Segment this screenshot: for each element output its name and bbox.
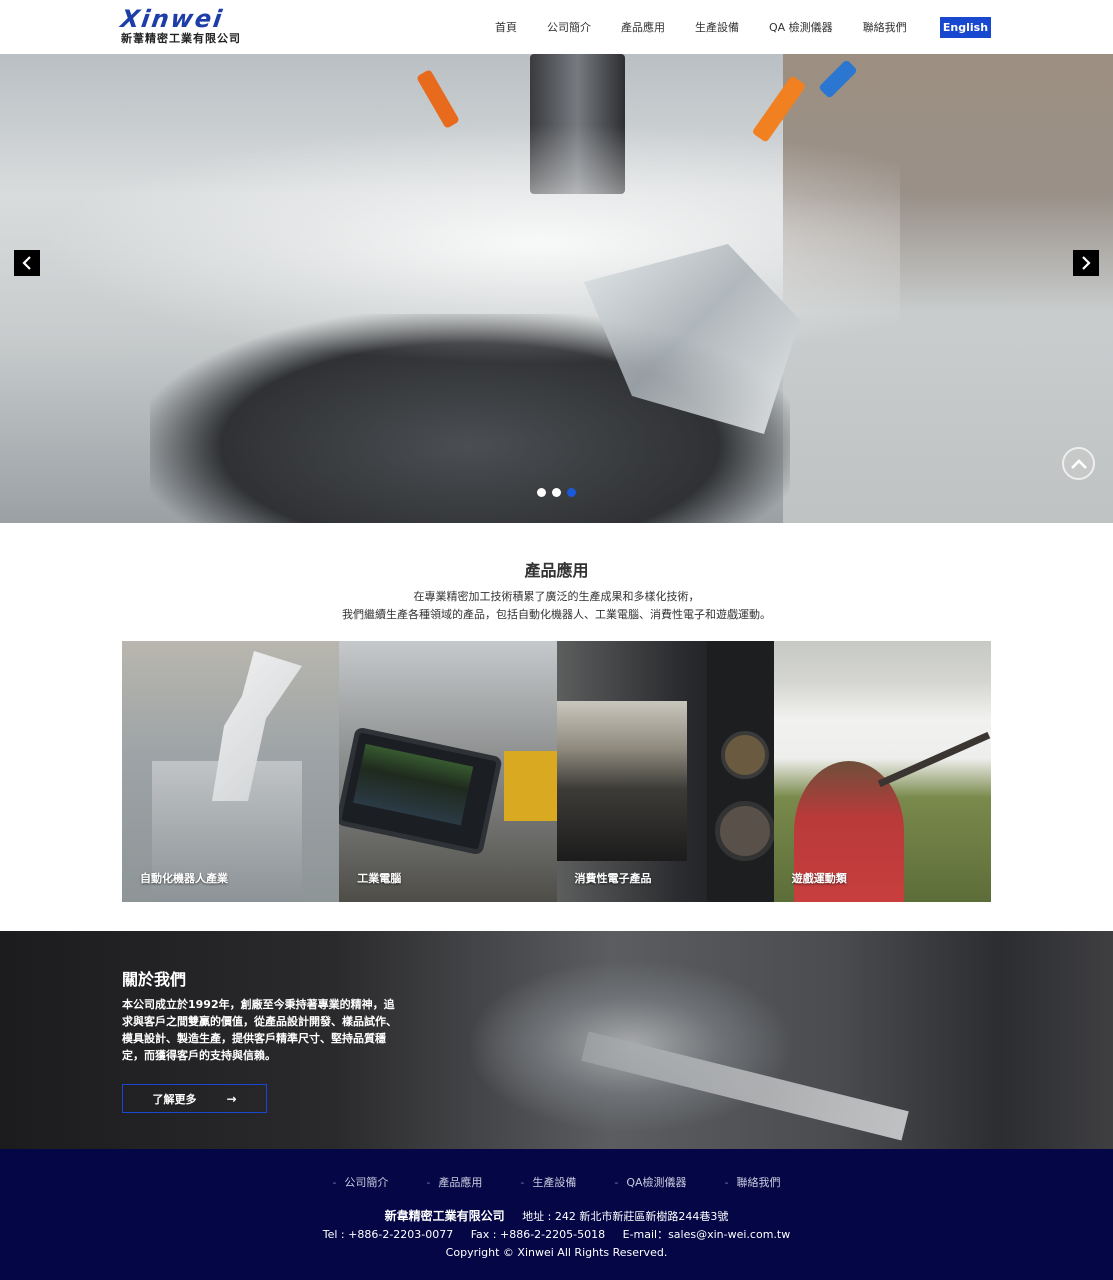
nav-products[interactable]: 產品應用 bbox=[621, 19, 665, 35]
learn-more-button[interactable]: 了解更多 → bbox=[122, 1084, 267, 1113]
english-language-button[interactable]: English bbox=[940, 17, 991, 38]
footer-link-contact[interactable]: - 聯絡我們 bbox=[725, 1174, 781, 1190]
product-card-industrial-pc[interactable]: 工業電腦 bbox=[339, 641, 557, 902]
logo[interactable]: Xinwei 新葦精密工業有限公司 bbox=[119, 5, 246, 50]
chevron-left-icon bbox=[22, 256, 31, 270]
slider-pagination bbox=[537, 488, 576, 497]
chevron-up-icon bbox=[1070, 458, 1087, 469]
slider-dot-active[interactable] bbox=[567, 488, 576, 497]
hero-slider bbox=[0, 54, 1113, 523]
footer-link-qa-instruments[interactable]: - QA檢測儀器 bbox=[614, 1174, 686, 1190]
chevron-right-icon bbox=[1082, 256, 1091, 270]
footer-link-dash: - bbox=[426, 1176, 431, 1189]
footer-contact-line: Tel : +886-2-2203-0077 Fax : +886-2-2205… bbox=[0, 1226, 1113, 1244]
card-image-stereo bbox=[556, 701, 687, 861]
products-description-line: 我們繼續生產各種領域的產品，包括自動化機器人、工業電腦、消費性電子和遊戲運動。 bbox=[342, 608, 771, 621]
footer-link-label: 生產設備 bbox=[532, 1176, 577, 1189]
footer-email[interactable]: E-mail：sales@xin-wei.com.tw bbox=[623, 1228, 791, 1241]
slider-dot[interactable] bbox=[537, 488, 546, 497]
footer-link-dash: - bbox=[614, 1176, 619, 1189]
about-section: 關於我們 本公司成立於1992年，創廠至今秉持著專業的精神，追求與客戶之間雙贏的… bbox=[0, 931, 1113, 1149]
footer-info: 新韋精密工業有限公司 地址 : 242 新北市新莊區新樹路244巷3號 Tel … bbox=[0, 1207, 1113, 1262]
footer-tel: Tel : +886-2-2203-0077 bbox=[322, 1228, 454, 1241]
footer-link-equipment[interactable]: - 生產設備 bbox=[520, 1174, 576, 1190]
product-card-label: 工業電腦 bbox=[357, 872, 402, 885]
footer-company-line: 新韋精密工業有限公司 地址 : 242 新北市新莊區新樹路244巷3號 bbox=[0, 1207, 1113, 1226]
slider-prev-button[interactable] bbox=[14, 250, 40, 276]
site-footer: - 公司簡介 - 產品應用 - 生產設備 - QA檢測儀器 - 聯絡我們 新韋精密工業有限… bbox=[0, 1149, 1113, 1280]
site-header: Xinwei 新葦精密工業有限公司 首頁 公司簡介 產品應用 生產設備 QA 檢… bbox=[0, 0, 1113, 54]
product-card-label: 消費性電子產品 bbox=[574, 872, 652, 885]
learn-more-label: 了解更多 bbox=[152, 1092, 197, 1106]
about-description: 本公司成立於1992年，創廠至今秉持著專業的精神，追求與客戶之間雙贏的價值，從產… bbox=[122, 998, 397, 1062]
footer-link-label: 聯絡我們 bbox=[736, 1176, 781, 1189]
product-card-sports-gaming[interactable]: 遊戲運動類 bbox=[773, 641, 991, 902]
card-image-shotgun bbox=[877, 731, 990, 788]
products-section-title: 產品應用 bbox=[524, 561, 589, 580]
footer-company-name: 新韋精密工業有限公司 bbox=[384, 1209, 505, 1223]
nav-equipment[interactable]: 生產設備 bbox=[695, 19, 739, 35]
about-title: 關於我們 bbox=[122, 970, 187, 989]
slider-next-button[interactable] bbox=[1073, 250, 1099, 276]
card-image-tablet bbox=[339, 726, 504, 856]
footer-address: 地址 : 242 新北市新莊區新樹路244巷3號 bbox=[522, 1210, 729, 1223]
footer-copyright: Copyright © Xinwei All Rights Reserved. bbox=[445, 1246, 668, 1259]
card-image-speaker bbox=[706, 641, 774, 902]
logo-company-name: 新葦精密工業有限公司 bbox=[121, 32, 241, 45]
footer-fax: Fax : +886-2-2205-5018 bbox=[470, 1228, 606, 1241]
main-nav: 首頁 公司簡介 產品應用 生產設備 QA 檢測儀器 聯絡我們 bbox=[480, 17, 922, 37]
footer-link-about[interactable]: - 公司簡介 bbox=[332, 1174, 388, 1190]
product-card-automation-robotics[interactable]: 自動化機器人產業 bbox=[122, 641, 340, 902]
nav-qa-instruments[interactable]: QA 檢測儀器 bbox=[769, 19, 833, 35]
slider-dot[interactable] bbox=[552, 488, 561, 497]
scroll-to-top-button[interactable] bbox=[1062, 447, 1095, 480]
footer-link-label: 產品應用 bbox=[438, 1176, 483, 1189]
footer-link-dash: - bbox=[520, 1176, 525, 1189]
nav-about[interactable]: 公司簡介 bbox=[547, 19, 591, 35]
footer-link-dash: - bbox=[332, 1176, 337, 1189]
product-card-label: 自動化機器人產業 bbox=[140, 872, 228, 885]
logo-mark: Xinwei bbox=[119, 5, 226, 33]
product-cards: 自動化機器人產業 工業電腦 消費性電子產品 遊戲運動類 bbox=[122, 641, 991, 902]
arrow-right-icon: → bbox=[226, 1091, 237, 1106]
product-card-label: 遊戲運動類 bbox=[791, 872, 847, 885]
footer-nav: - 公司簡介 - 產品應用 - 生產設備 - QA檢測儀器 - 聯絡我們 bbox=[0, 1174, 1113, 1190]
footer-link-products[interactable]: - 產品應用 bbox=[426, 1174, 482, 1190]
footer-link-label: 公司簡介 bbox=[344, 1176, 389, 1189]
products-description-line: 在專業精密加工技術積累了廣泛的生產成果和多樣化技術， bbox=[413, 590, 700, 603]
nav-contact[interactable]: 聯絡我們 bbox=[863, 19, 907, 35]
nav-home[interactable]: 首頁 bbox=[495, 19, 517, 35]
footer-link-dash: - bbox=[724, 1176, 729, 1189]
footer-link-label: QA檢測儀器 bbox=[626, 1176, 687, 1189]
products-description: 在專業精密加工技術積累了廣泛的生產成果和多樣化技術， 我們繼續生產各種領域的產品… bbox=[0, 588, 1113, 624]
card-image-forklift bbox=[504, 751, 557, 821]
product-card-consumer-electronics[interactable]: 消費性電子產品 bbox=[556, 641, 774, 902]
